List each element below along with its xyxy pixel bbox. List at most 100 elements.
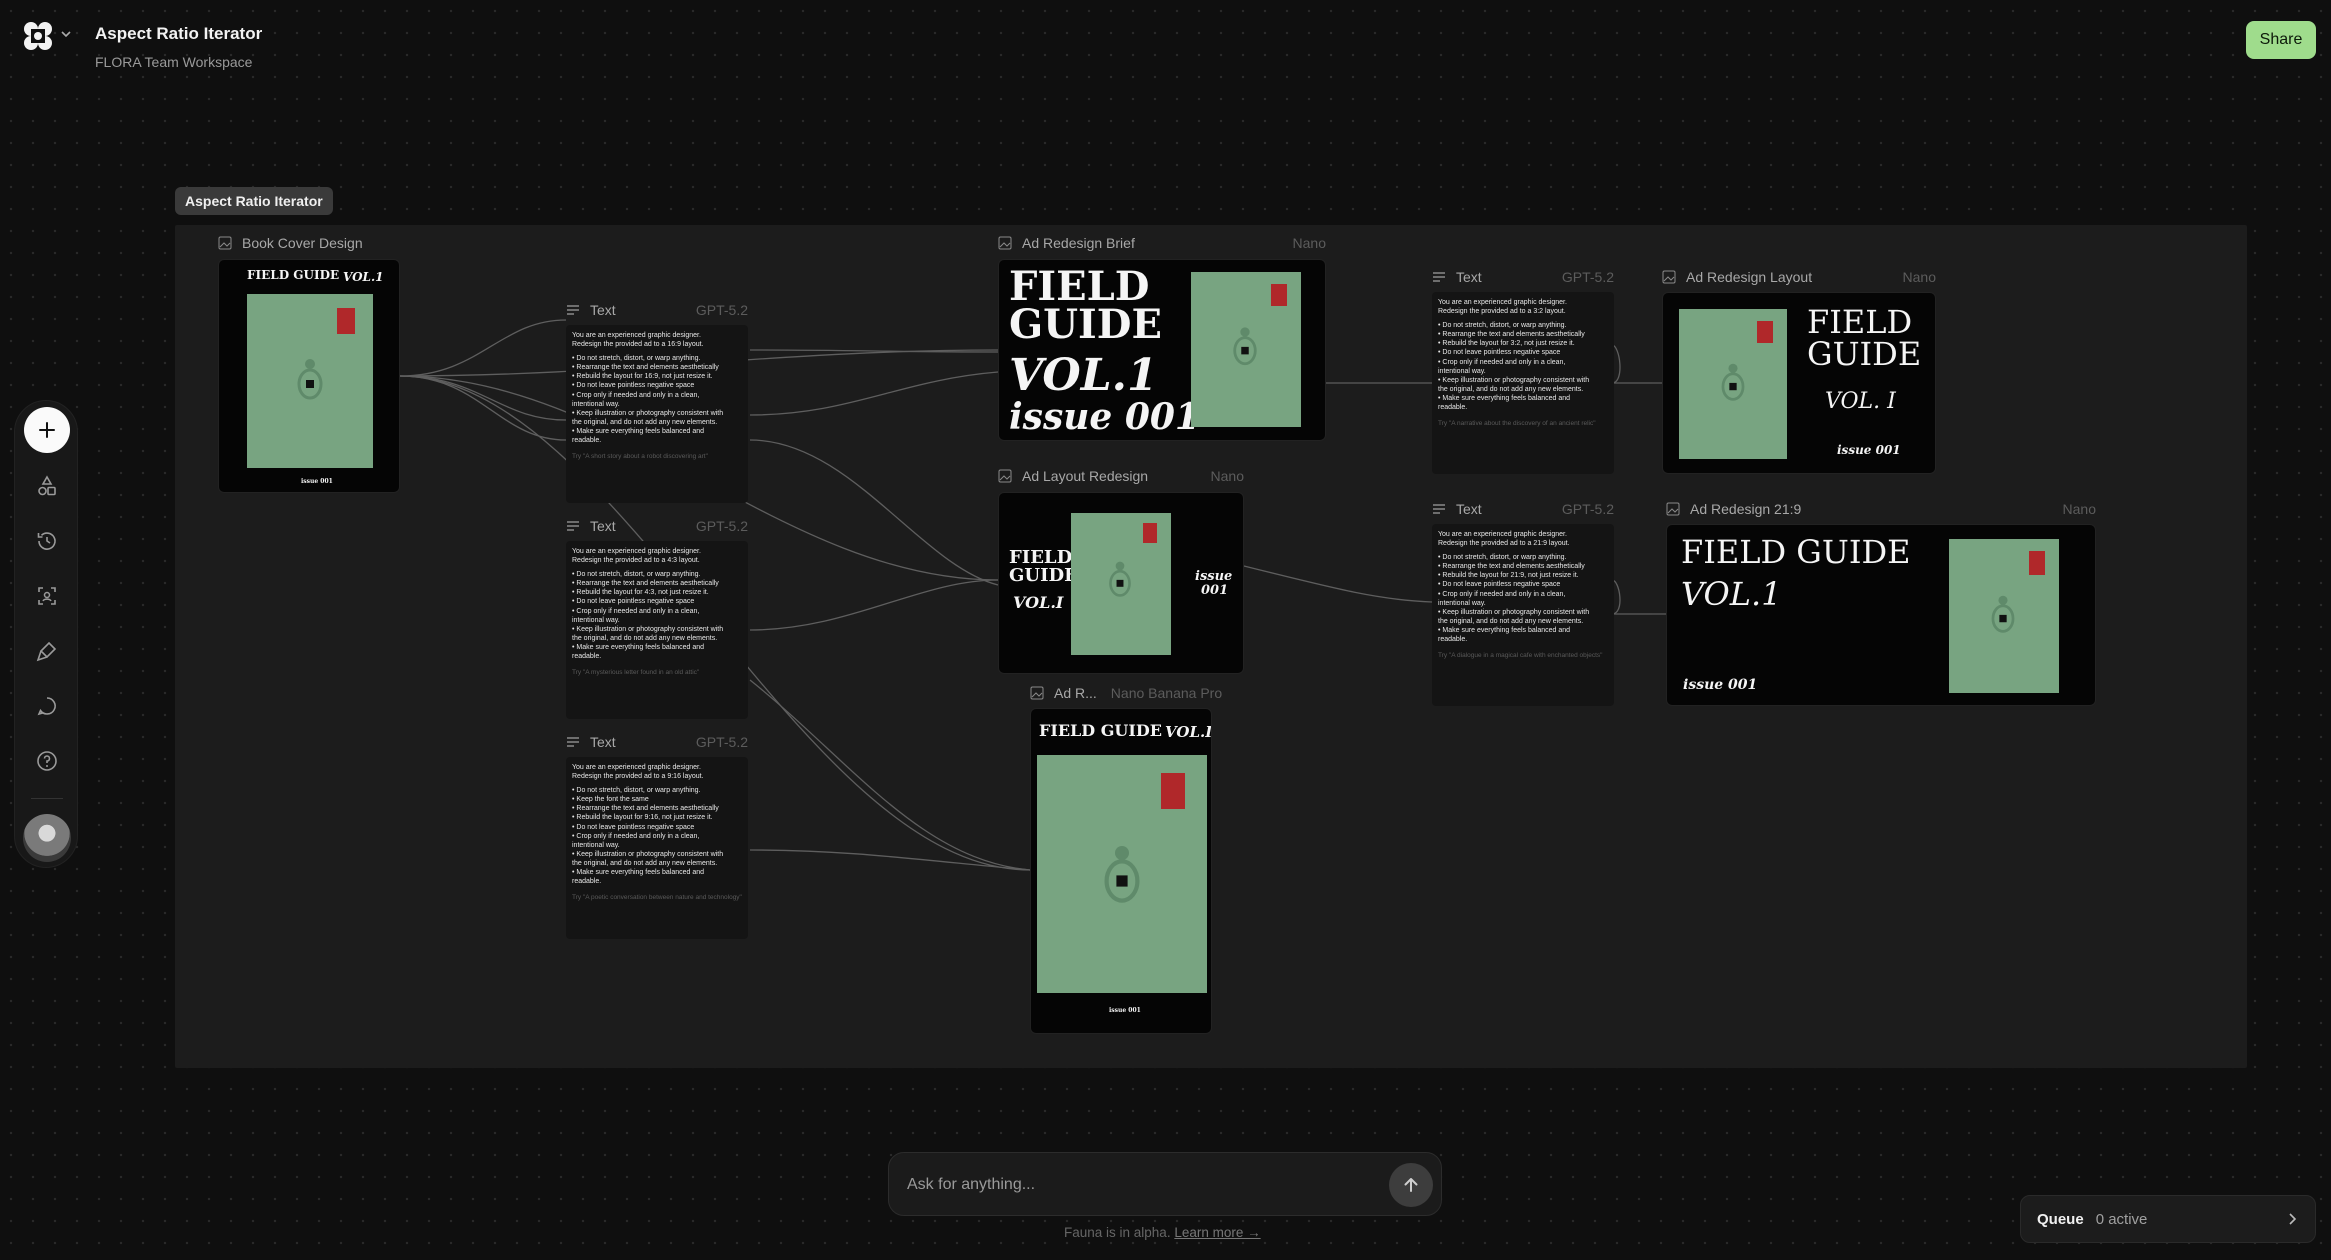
model-label: GPT-5.2 — [1561, 269, 1614, 285]
node-header-ad-layout[interactable]: Ad Redesign Layout Nano — [1662, 268, 1936, 286]
avatar[interactable] — [23, 814, 71, 862]
chevron-down-icon[interactable] — [60, 28, 72, 40]
text-line: • Do not stretch, distort, or warp anyth… — [572, 787, 701, 795]
model-label: GPT-5.2 — [1561, 501, 1614, 517]
alpha-note: Fauna is in alpha. Learn more → — [1064, 1225, 1261, 1240]
text-line: intentional way. — [1438, 599, 1486, 607]
share-button[interactable]: Share — [2246, 21, 2316, 59]
node-title: Text — [590, 518, 616, 534]
learn-more-link[interactable]: Learn more → — [1174, 1225, 1260, 1240]
add-node-button[interactable] — [24, 407, 70, 453]
text-line: • Rebuild the layout for 16:9, not just … — [572, 373, 713, 381]
image-node-icon — [998, 236, 1012, 250]
brush-icon[interactable] — [35, 639, 59, 663]
text-line: • Crop only if needed and only in a clea… — [572, 607, 700, 615]
group-label[interactable]: Aspect Ratio Iterator — [175, 187, 333, 215]
text-line: You are an experienced graphic designer. — [572, 764, 701, 771]
history-icon[interactable] — [35, 529, 59, 553]
scan-icon[interactable] — [35, 584, 59, 608]
node-header-book-cover[interactable]: Book Cover Design — [218, 234, 398, 252]
arrow-up-icon — [1404, 1178, 1418, 1192]
send-button[interactable] — [1389, 1163, 1433, 1207]
node-title: Ad Layout Redesign — [1022, 468, 1149, 484]
workspace-name[interactable]: FLORA Team Workspace — [95, 54, 252, 70]
book-illustration — [247, 294, 373, 468]
text-line: readable. — [572, 653, 602, 661]
book-illustration — [1679, 309, 1787, 459]
book-illustration — [1071, 513, 1171, 655]
queue-panel[interactable]: Queue 0 active — [2020, 1195, 2316, 1243]
text-card-43[interactable]: You are an experienced graphic designer.… — [566, 541, 748, 719]
node-header-ad-layout-redesign[interactable]: Ad Layout Redesign Nano — [998, 467, 1244, 485]
text-line: • Make sure everything feels balanced an… — [572, 427, 705, 435]
node-title: Book Cover Design — [242, 235, 363, 251]
help-icon[interactable] — [35, 749, 59, 773]
text-line: readable. — [1438, 404, 1468, 412]
shapes-icon[interactable] — [35, 474, 59, 498]
text-line: • Keep illustration or photography consi… — [572, 409, 724, 417]
alpha-text: Fauna is in alpha. — [1064, 1225, 1171, 1240]
book-illustration — [1191, 272, 1301, 427]
image-card-ad-r[interactable]: FIELD GUIDE VOL.I issue 001 — [1030, 708, 1212, 1034]
text-line: • Keep illustration or photography consi… — [572, 625, 724, 633]
model-label: GPT-5.2 — [695, 518, 748, 534]
cover-guide: GUIDE — [1009, 565, 1078, 586]
prompt-bar — [888, 1152, 1442, 1216]
node-title: Text — [1456, 501, 1482, 517]
text-line: • Do not stretch, distort, or warp anyth… — [572, 571, 701, 579]
text-card-169[interactable]: You are an experienced graphic designer.… — [566, 325, 748, 503]
node-header-text-219[interactable]: Text GPT-5.2 — [1432, 500, 1614, 518]
text-card-916[interactable]: You are an experienced graphic designer.… — [566, 757, 748, 939]
text-line: • Keep illustration or photography consi… — [1438, 376, 1590, 384]
text-node-icon — [567, 305, 579, 315]
text-line: You are an experienced graphic designer. — [1438, 531, 1567, 538]
node-header-text-43[interactable]: Text GPT-5.2 — [566, 517, 748, 535]
chevron-right-icon[interactable] — [2285, 1212, 2299, 1226]
image-card-book-cover[interactable]: FIELD GUIDE VOL.1 issue 001 — [218, 259, 400, 493]
text-line: You are an experienced graphic designer. — [572, 332, 701, 339]
text-line: • Keep illustration or photography consi… — [1438, 608, 1590, 616]
model-label: Nano — [1292, 235, 1326, 251]
cover-issue-word: issue — [1195, 569, 1233, 584]
prompt-input[interactable] — [907, 1171, 1377, 1199]
node-header-ad-brief[interactable]: Ad Redesign Brief Nano — [998, 234, 1326, 252]
model-label: Nano — [1210, 468, 1244, 484]
cover-guide: GUIDE — [1807, 335, 1922, 373]
image-card-ad-219[interactable]: FIELD GUIDE VOL.1 issue 001 — [1666, 524, 2096, 706]
node-header-text-169[interactable]: Text GPT-5.2 — [566, 301, 748, 319]
cover-guide: GUIDE — [1009, 301, 1162, 348]
text-line: intentional way. — [572, 616, 620, 624]
text-line: • Crop only if needed and only in a clea… — [1438, 358, 1566, 366]
text-line: the original, and do not add any new ele… — [572, 634, 718, 642]
text-line: • Make sure everything feels balanced an… — [572, 869, 705, 877]
node-header-text-916[interactable]: Text GPT-5.2 — [566, 733, 748, 751]
chat-icon[interactable] — [35, 694, 59, 718]
image-card-ad-layout[interactable]: FIELD GUIDE VOL. I issue 001 — [1662, 292, 1936, 474]
node-title: Ad Redesign Layout — [1686, 269, 1813, 285]
text-line: readable. — [572, 878, 602, 886]
text-line: • Do not stretch, distort, or warp anyth… — [572, 355, 701, 363]
node-header-ad-219[interactable]: Ad Redesign 21:9 Nano — [1666, 500, 2096, 518]
text-line: • Do not leave pointless negative space — [1438, 349, 1561, 357]
door-knocker-icon — [1991, 595, 2015, 633]
flora-logo-icon[interactable] — [22, 20, 54, 52]
text-line: intentional way. — [572, 841, 620, 849]
text-line: Redesign the provided ad to a 16:9 layou… — [572, 341, 704, 349]
add-icon — [39, 422, 55, 438]
node-header-text-32[interactable]: Text GPT-5.2 — [1432, 268, 1614, 286]
text-card-32[interactable]: You are an experienced graphic designer.… — [1432, 292, 1614, 474]
image-card-ad-layout-redesign[interactable]: FIELD GUIDE VOL.I issue 001 — [998, 492, 1244, 674]
try-hint: Try "A mysterious letter found in an old… — [572, 669, 700, 677]
text-card-219[interactable]: You are an experienced graphic designer.… — [1432, 524, 1614, 706]
text-line: Redesign the provided ad to a 21:9 layou… — [1438, 540, 1570, 548]
image-card-ad-brief[interactable]: FIELD GUIDE VOL.1 issue 001 — [998, 259, 1326, 441]
model-label: Nano — [2062, 501, 2096, 517]
model-label: GPT-5.2 — [695, 734, 748, 750]
image-node-icon — [1666, 502, 1680, 516]
text-line: • Make sure everything feels balanced an… — [572, 643, 705, 651]
text-line: Redesign the provided ad to a 9:16 layou… — [572, 773, 704, 781]
image-node-icon — [1030, 686, 1044, 700]
node-header-ad-r[interactable]: Ad R... Nano Banana Pro — [1030, 684, 1250, 702]
image-node-icon — [1662, 270, 1676, 284]
cover-vol: VOL.1 — [1009, 350, 1158, 401]
